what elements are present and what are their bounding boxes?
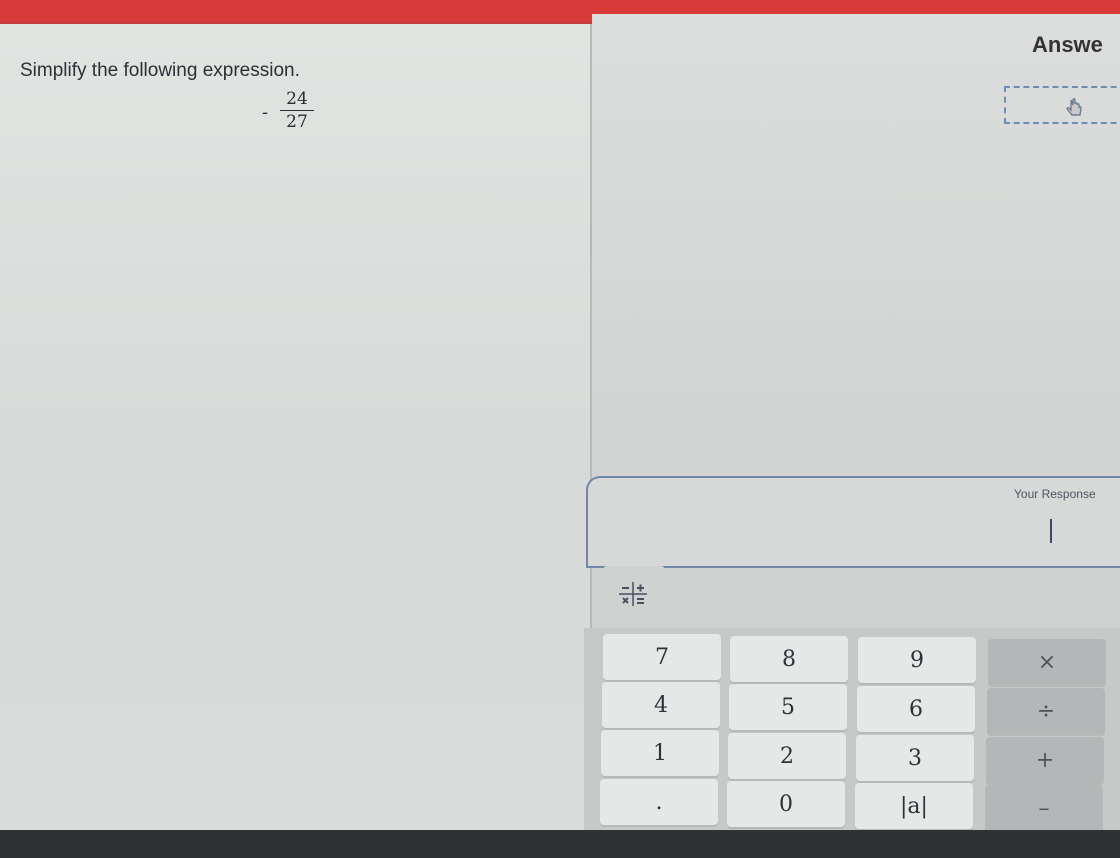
key-decimal[interactable]: .	[600, 779, 718, 825]
key-7[interactable]: 7	[603, 634, 721, 680]
key-6[interactable]: 6	[857, 686, 975, 732]
question-panel	[0, 24, 592, 830]
screen-bezel	[0, 830, 1120, 858]
key-8[interactable]: 8	[730, 636, 848, 682]
fraction-denominator: 27	[286, 112, 308, 132]
key-2[interactable]: 2	[728, 733, 846, 779]
answer-heading: Answe	[1032, 32, 1103, 57]
hand-pointer-icon	[1066, 98, 1082, 116]
text-cursor	[1050, 519, 1052, 543]
question-prompt: Simplify the following expression.	[20, 60, 300, 81]
key-divide[interactable]: ÷	[987, 688, 1105, 734]
key-5[interactable]: 5	[729, 684, 847, 730]
key-plus[interactable]: +	[986, 737, 1104, 783]
key-minus[interactable]: –	[985, 785, 1103, 831]
negative-sign: -	[262, 102, 269, 123]
key-4[interactable]: 4	[602, 682, 720, 728]
key-9[interactable]: 9	[858, 637, 976, 683]
fraction-numerator: 24	[286, 89, 308, 109]
key-1[interactable]: 1	[601, 730, 719, 776]
key-3[interactable]: 3	[856, 735, 974, 781]
response-label: Your Response	[1014, 487, 1096, 501]
operators-icon	[619, 582, 647, 606]
key-multiply[interactable]: ×	[988, 639, 1106, 685]
fraction: 24 27	[280, 88, 314, 133]
key-absolute-value[interactable]: |a|	[855, 783, 973, 829]
key-0[interactable]: 0	[727, 781, 845, 827]
